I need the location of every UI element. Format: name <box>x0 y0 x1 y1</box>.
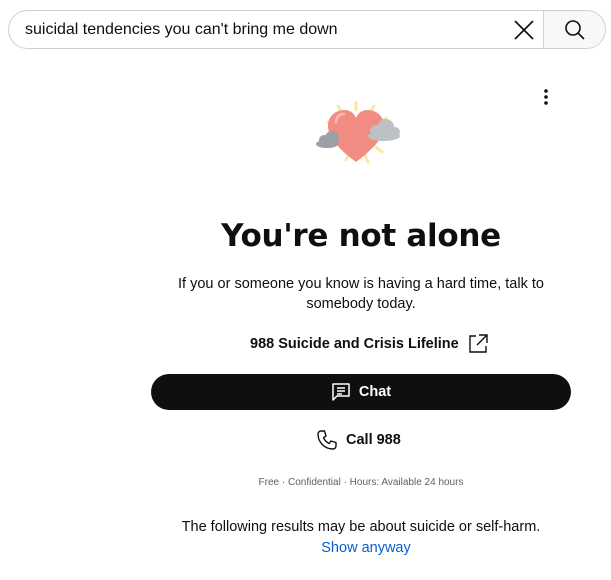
chat-icon <box>332 383 350 401</box>
search-icon <box>564 19 585 40</box>
open-external-icon <box>469 334 488 353</box>
lifeline-link[interactable]: 988 Suicide and Crisis Lifeline <box>250 332 489 356</box>
search-input[interactable] <box>9 11 505 48</box>
call-label: Call 988 <box>346 432 401 448</box>
more-vert-icon <box>544 89 548 105</box>
crisis-title: You're not alone <box>221 218 501 254</box>
lifeline-label: 988 Suicide and Crisis Lifeline <box>250 336 459 352</box>
search-button[interactable] <box>543 11 605 48</box>
more-options-button[interactable] <box>534 84 558 110</box>
results-warning: The following results may be about suici… <box>181 519 541 535</box>
call-button[interactable]: Call 988 <box>316 428 401 452</box>
chat-label: Chat <box>358 384 392 400</box>
show-anyway-link[interactable]: Show anyway <box>0 540 611 556</box>
phone-icon <box>317 430 337 450</box>
chat-button[interactable]: Chat <box>151 374 571 410</box>
close-icon <box>514 19 534 40</box>
crisis-subtitle: If you or someone you know is having a h… <box>178 276 544 312</box>
availability-note: Free · Confidential · Hours: Available 2… <box>258 477 464 488</box>
crisis-search-page: You're not alone If you or someone you k… <box>0 0 611 580</box>
search-bar <box>8 10 606 49</box>
clear-search-button[interactable] <box>505 11 543 48</box>
heart-with-clouds-icon <box>316 100 400 164</box>
